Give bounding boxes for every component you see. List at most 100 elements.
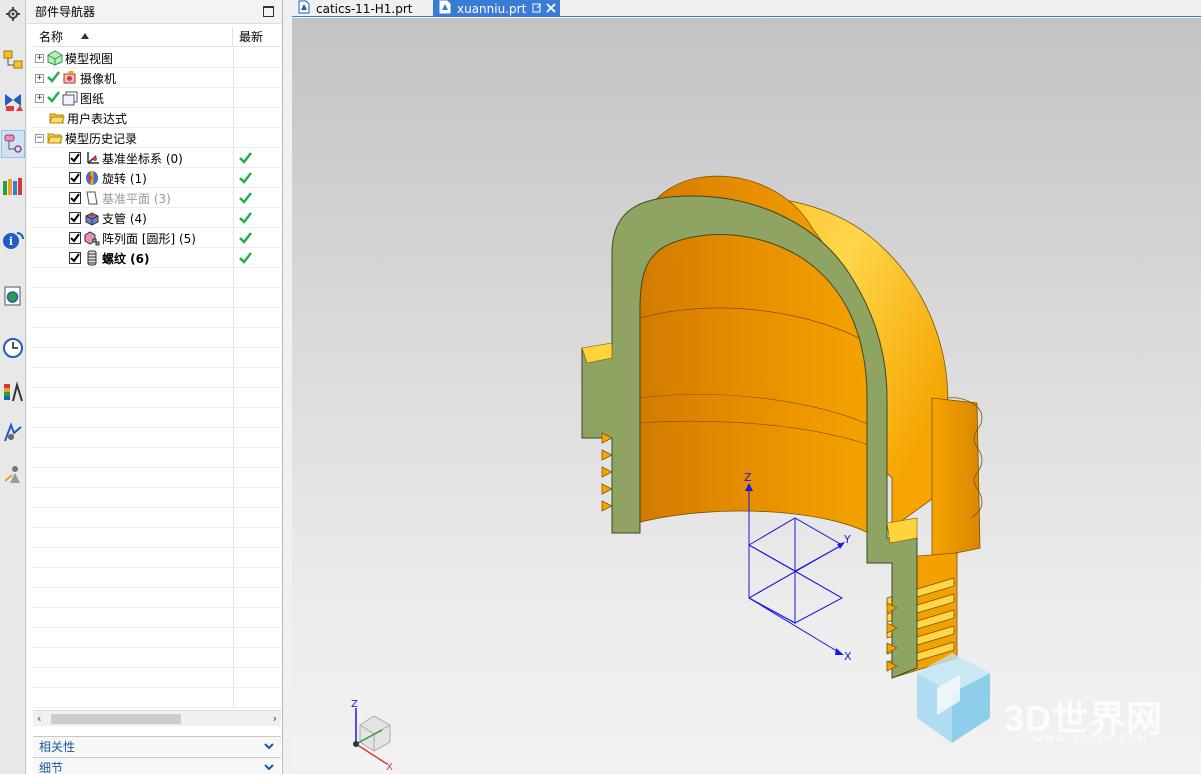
model-views-icon bbox=[47, 50, 63, 66]
thread-icon bbox=[84, 250, 100, 266]
visibility-checkbox[interactable] bbox=[69, 152, 81, 164]
feature-row-pattern-face[interactable]: 阵列面 [圆形] (5) bbox=[33, 228, 281, 248]
wcs-y-label: Y bbox=[843, 533, 851, 546]
close-tab-icon[interactable] bbox=[546, 2, 556, 16]
folder-open-icon bbox=[47, 130, 63, 146]
horizontal-scrollbar[interactable]: ‹ › bbox=[33, 710, 281, 726]
checkmark-icon bbox=[47, 70, 60, 86]
history-clock-icon[interactable] bbox=[1, 334, 25, 362]
tree-node-model-history[interactable]: − 模型历史记录 bbox=[33, 128, 281, 148]
tree-column-header: 名称 最新 bbox=[33, 27, 281, 47]
tree-empty-row bbox=[33, 588, 281, 608]
tree-empty-row bbox=[33, 468, 281, 488]
tree-empty-row bbox=[33, 548, 281, 568]
boss-icon bbox=[84, 210, 100, 226]
scroll-left-icon[interactable]: ‹ bbox=[37, 711, 41, 727]
process-studio-icon[interactable] bbox=[1, 418, 25, 446]
tree-node-user-expressions[interactable]: 用户表达式 bbox=[33, 108, 281, 128]
feature-label: 旋转 (1) bbox=[102, 171, 147, 186]
feature-label: 基准平面 (3) bbox=[102, 191, 171, 206]
details-panel-header[interactable]: 细节 bbox=[33, 757, 281, 774]
tree-empty-row bbox=[33, 308, 281, 328]
tab-catics-11-h1[interactable]: catics-11-H1.prt bbox=[292, 0, 430, 17]
chevron-down-icon[interactable] bbox=[263, 740, 275, 755]
latest-check-icon bbox=[239, 151, 252, 167]
visibility-checkbox[interactable] bbox=[69, 252, 81, 264]
watermark: 3D世界网 WWW.3DSJW.COM bbox=[1004, 690, 1163, 745]
tab-xuanniu[interactable]: xuanniu.prt bbox=[433, 0, 560, 17]
part-navigator-icon[interactable] bbox=[1, 130, 25, 158]
view-triad[interactable] bbox=[353, 708, 391, 765]
tree-empty-row bbox=[33, 488, 281, 508]
tree-node-model-views[interactable]: + 模型视图 bbox=[33, 48, 281, 68]
column-latest-header[interactable]: 最新 bbox=[233, 27, 281, 46]
feature-row-datum-csys[interactable]: 基准坐标系 (0) bbox=[33, 148, 281, 168]
feature-row-datum-plane[interactable]: 基准平面 (3) bbox=[33, 188, 281, 208]
column-latest-label: 最新 bbox=[239, 30, 264, 44]
latest-check-icon bbox=[239, 191, 252, 207]
checkmark-icon bbox=[47, 90, 60, 106]
settings-gear-icon[interactable] bbox=[1, 0, 25, 28]
navigator-title: 部件导航器 bbox=[35, 5, 96, 19]
constraint-navigator-icon[interactable] bbox=[1, 88, 25, 116]
wcs-z-label: Z bbox=[744, 471, 752, 484]
tree-empty-row bbox=[33, 268, 281, 288]
tree-empty-row bbox=[33, 288, 281, 308]
svg-text:i: i bbox=[9, 235, 13, 248]
dependencies-panel-header[interactable]: 相关性 bbox=[33, 736, 281, 756]
node-label: 用户表达式 bbox=[67, 111, 128, 126]
node-label: 模型视图 bbox=[65, 51, 114, 66]
roles-icon[interactable] bbox=[1, 460, 25, 488]
info-icon[interactable]: i bbox=[1, 226, 25, 254]
expand-icon[interactable]: + bbox=[35, 73, 44, 83]
feature-row-thread[interactable]: 螺纹 (6) bbox=[33, 248, 281, 268]
maximize-icon[interactable] bbox=[263, 6, 274, 17]
nx-application: i 部件导航器 名称 最新 + 模型视图 + 摄像机 + 图纸 用户表达式 − … bbox=[0, 0, 1201, 774]
details-label: 细节 bbox=[39, 761, 64, 774]
drawing-sheet-icon bbox=[62, 90, 78, 106]
hex-ring bbox=[931, 397, 981, 559]
assembly-navigator-icon[interactable] bbox=[1, 46, 25, 74]
latest-check-icon bbox=[239, 171, 252, 187]
visibility-checkbox[interactable] bbox=[69, 172, 81, 184]
tree-empty-row bbox=[33, 368, 281, 388]
watermark-url: WWW.3DSJW.COM bbox=[1032, 734, 1149, 745]
visibility-checkbox[interactable] bbox=[69, 192, 81, 204]
collapse-icon[interactable]: − bbox=[35, 133, 44, 143]
scroll-thumb[interactable] bbox=[51, 714, 181, 724]
latest-check-icon bbox=[239, 231, 252, 247]
part-tree: + 模型视图 + 摄像机 + 图纸 用户表达式 − 模型历史记录 基准坐标系 (… bbox=[33, 48, 281, 708]
reuse-library-icon[interactable] bbox=[1, 172, 25, 200]
column-name-header[interactable]: 名称 bbox=[33, 27, 233, 46]
feature-label: 螺纹 (6) bbox=[102, 251, 150, 266]
latest-check-icon bbox=[239, 211, 252, 227]
visibility-checkbox[interactable] bbox=[69, 232, 81, 244]
resource-bar: i bbox=[0, 0, 26, 774]
expand-icon[interactable]: + bbox=[35, 93, 44, 103]
node-label: 模型历史记录 bbox=[65, 131, 138, 146]
palette-icon[interactable] bbox=[1, 378, 25, 406]
part-navigator-panel: 部件导航器 名称 最新 + 模型视图 + 摄像机 + 图纸 用户表达式 − 模型… bbox=[27, 0, 283, 774]
dependencies-label: 相关性 bbox=[39, 740, 76, 754]
feature-row-revolve[interactable]: 旋转 (1) bbox=[33, 168, 281, 188]
expand-icon[interactable]: + bbox=[35, 53, 44, 63]
web-browser-icon[interactable] bbox=[1, 282, 25, 310]
tree-node-cameras[interactable]: + 摄像机 bbox=[33, 68, 281, 88]
latest-check-icon bbox=[239, 251, 252, 267]
pattern-face-icon bbox=[84, 230, 100, 246]
tree-node-drawings[interactable]: + 图纸 bbox=[33, 88, 281, 108]
graphics-window[interactable]: Z Y X Z X 3D世界网 WWW.3DSJW.COM bbox=[292, 18, 1201, 774]
chevron-down-icon[interactable] bbox=[263, 761, 275, 774]
tree-empty-row bbox=[33, 328, 281, 348]
model-section-view[interactable]: Z Y X Z X bbox=[292, 18, 1201, 774]
tree-empty-row bbox=[33, 448, 281, 468]
camera-icon bbox=[62, 70, 78, 86]
scroll-right-icon[interactable]: › bbox=[273, 711, 277, 727]
visibility-checkbox[interactable] bbox=[69, 212, 81, 224]
node-label: 图纸 bbox=[80, 91, 105, 106]
tab-label: catics-11-H1.prt bbox=[316, 1, 413, 16]
tab-label: xuanniu.prt bbox=[457, 1, 527, 16]
part-file-icon bbox=[298, 0, 310, 17]
feature-row-boss[interactable]: 支管 (4) bbox=[33, 208, 281, 228]
datum-plane-icon bbox=[84, 190, 100, 206]
